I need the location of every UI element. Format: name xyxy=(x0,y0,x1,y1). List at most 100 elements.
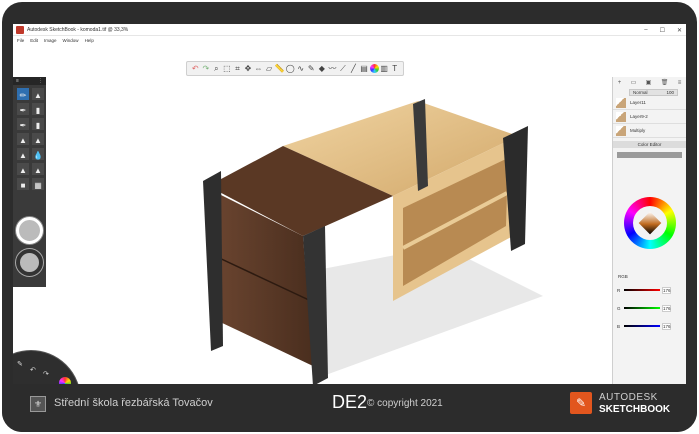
marker-brush-icon[interactable]: ▮ xyxy=(32,103,44,115)
menu-image[interactable]: Image xyxy=(44,38,57,43)
saturation-value-picker[interactable] xyxy=(638,211,662,235)
window-controls: – ☐ ✕ xyxy=(644,24,682,36)
delete-layer-icon[interactable]: 🗑 xyxy=(661,79,669,86)
layer-name: Layer11 xyxy=(630,100,646,105)
lagoon-brush-icon[interactable]: ✎ xyxy=(17,360,23,368)
sketchbook-logo-icon: ✎ xyxy=(570,392,592,414)
blend-mode-value: Normal xyxy=(633,90,648,95)
color-wheel[interactable] xyxy=(624,197,676,249)
brand-autodesk: AUTODESK xyxy=(599,392,658,403)
lagoon-menu[interactable] xyxy=(13,350,81,384)
fineliner-brush-icon[interactable]: ✒ xyxy=(17,118,29,130)
crop-icon[interactable]: ⌗ xyxy=(232,64,242,74)
symmetry-icon[interactable]: ⇔ xyxy=(254,64,264,74)
credit-footer: ⚜ Střední škola řezbářská Tovačov DE2 © … xyxy=(2,386,697,432)
opacity-value: 100 xyxy=(666,90,674,95)
brush-palette: ≡ ⋮ ✏ ▲ ✒ ▮ ✒ ▮ ▲ ▲ ▲ 💧 ▲ ▲ ■ ▦ xyxy=(13,77,46,287)
lagoon-color-icon[interactable] xyxy=(59,377,71,384)
chisel-brush-icon[interactable]: ▮ xyxy=(32,118,44,130)
blend-mode-dropdown[interactable]: Normal 100 xyxy=(629,89,678,96)
layer-row[interactable]: Layer9-2 xyxy=(613,110,686,124)
color-mode-label[interactable]: RGB xyxy=(618,274,628,279)
lagoon-undo-icon[interactable]: ↶ xyxy=(30,366,36,374)
hard-eraser-icon[interactable]: ▲ xyxy=(32,163,44,175)
green-value[interactable]: 176 xyxy=(662,304,671,312)
layer-toolbar: + ▭ ▣ 🗑 ≡ xyxy=(613,77,686,88)
copyright-text: © copyright 2021 xyxy=(367,398,443,409)
paint-brush-icon[interactable]: ▲ xyxy=(17,148,29,160)
maximize-button[interactable]: ☐ xyxy=(660,27,665,34)
palette-more-icon[interactable]: ⋮ xyxy=(38,78,43,84)
menu-help[interactable]: Help xyxy=(85,38,94,43)
red-slider-row: R 176 xyxy=(617,285,683,295)
undo-icon[interactable]: ↶ xyxy=(190,64,200,74)
transform-icon[interactable]: ✥ xyxy=(243,64,253,74)
green-slider[interactable] xyxy=(624,307,660,309)
minimize-button[interactable]: – xyxy=(644,27,647,33)
perspective-icon[interactable]: ▱ xyxy=(264,64,274,74)
layer-row[interactable]: Layer11 xyxy=(613,96,686,110)
layers-icon[interactable]: ▤ xyxy=(359,64,369,74)
app-window: Autodesk SketchBook - komoda1.tif @ 33,3… xyxy=(13,24,686,384)
brush-grid: ✏ ▲ ✒ ▮ ✒ ▮ ▲ ▲ ▲ 💧 ▲ ▲ ■ ▦ xyxy=(13,85,46,193)
french-curve-icon[interactable]: ∿ xyxy=(296,64,306,74)
fill-swatch-icon[interactable]: ■ xyxy=(17,178,29,190)
layer-row[interactable]: Multiply xyxy=(613,124,686,138)
red-value[interactable]: 176 xyxy=(662,286,671,294)
brush-library-icon[interactable]: ▥ xyxy=(379,64,389,74)
smudge-brush-icon[interactable]: ▲ xyxy=(17,133,29,145)
menu-window[interactable]: Window xyxy=(63,38,79,43)
soft-eraser-icon[interactable]: ▲ xyxy=(17,163,29,175)
water-brush-icon[interactable]: 💧 xyxy=(32,148,44,160)
menu-edit[interactable]: Edit xyxy=(30,38,38,43)
steady-stroke-icon[interactable]: 〰 xyxy=(327,64,337,74)
ruler-icon[interactable]: 📏 xyxy=(275,64,285,74)
blue-slider[interactable] xyxy=(624,325,660,327)
layer-menu-icon[interactable]: ≡ xyxy=(678,80,682,86)
add-layer-icon[interactable]: + xyxy=(618,80,622,86)
sketchbook-app-icon xyxy=(16,25,24,34)
texture-brush-icon[interactable]: ▦ xyxy=(32,178,44,190)
fill-icon[interactable]: ◆ xyxy=(317,64,327,74)
line-icon[interactable]: ╱ xyxy=(348,64,358,74)
stroke-icon[interactable]: ✎ xyxy=(306,64,316,74)
lagoon-redo-icon[interactable]: ↷ xyxy=(43,370,49,378)
blur-brush-icon[interactable]: ▲ xyxy=(32,133,44,145)
brush-size-puck[interactable] xyxy=(16,217,43,244)
blue-value[interactable]: 176 xyxy=(662,322,671,330)
pencil-brush-icon[interactable]: ✏ xyxy=(17,88,29,100)
blue-label: B xyxy=(617,323,621,329)
group-layer-icon[interactable]: ▭ xyxy=(631,79,637,86)
menu-bar: File Edit Image Window Help xyxy=(13,36,686,44)
school-logo-icon: ⚜ xyxy=(30,396,46,412)
top-toolbar: ↶ ↷ ⌕ ⬚ ⌗ ✥ ⇔ ▱ 📏 ◯ ∿ ✎ ◆ 〰 ⟋ ╱ ▤ ▥ T xyxy=(186,61,404,76)
predictive-stroke-icon[interactable]: ⟋ xyxy=(338,64,348,74)
title-bar: Autodesk SketchBook - komoda1.tif @ 33,3… xyxy=(13,24,686,36)
layer-name: Layer9-2 xyxy=(630,114,648,119)
layer-thumbnail xyxy=(616,111,626,122)
airbrush-brush-icon[interactable]: ▲ xyxy=(32,88,44,100)
red-slider[interactable] xyxy=(624,289,660,291)
add-image-icon[interactable]: ▣ xyxy=(646,79,652,86)
text-icon[interactable]: T xyxy=(390,64,400,74)
current-color-swatch[interactable] xyxy=(617,152,682,158)
layer-thumbnail xyxy=(616,125,626,136)
select-icon[interactable]: ⬚ xyxy=(222,64,232,74)
palette-list-icon[interactable]: ≡ xyxy=(16,78,19,84)
layer-and-color-panel: + ▭ ▣ 🗑 ≡ Normal 100 Layer11 Layer9-2 Mu… xyxy=(612,77,686,384)
redo-icon[interactable]: ↷ xyxy=(201,64,211,74)
close-button[interactable]: ✕ xyxy=(677,27,682,34)
window-title: Autodesk SketchBook - komoda1.tif @ 33,3… xyxy=(27,26,129,33)
ballpoint-brush-icon[interactable]: ✒ xyxy=(17,103,29,115)
brush-palette-header: ≡ ⋮ xyxy=(13,77,46,85)
menu-file[interactable]: File xyxy=(17,38,24,43)
green-label: G xyxy=(617,305,621,311)
zoom-icon[interactable]: ⌕ xyxy=(211,64,221,74)
green-slider-row: G 176 xyxy=(617,303,683,313)
color-wheel-icon[interactable] xyxy=(369,64,379,73)
ellipse-icon[interactable]: ◯ xyxy=(285,64,295,74)
brush-opacity-puck[interactable] xyxy=(16,249,43,276)
drawing-canvas[interactable]: ↶ ↷ ⌕ ⬚ ⌗ ✥ ⇔ ▱ 📏 ◯ ∿ ✎ ◆ 〰 ⟋ ╱ ▤ ▥ T ≡ … xyxy=(13,44,686,384)
color-wheel-center xyxy=(633,206,667,240)
tablet-frame: Autodesk SketchBook - komoda1.tif @ 33,3… xyxy=(2,2,697,432)
